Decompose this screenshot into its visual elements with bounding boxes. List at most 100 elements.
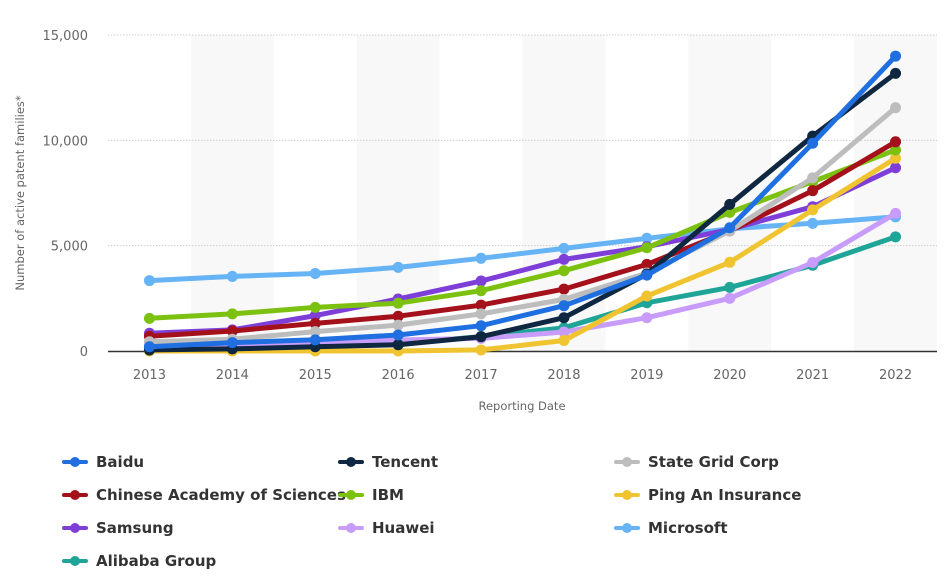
data-point (143, 341, 155, 353)
data-point (890, 207, 902, 219)
legend-item-chinese-academy-of-sciences[interactable]: Chinese Academy of Sciences (62, 481, 346, 509)
data-point (724, 256, 736, 268)
legend-label: Baidu (96, 453, 145, 471)
legend-label: State Grid Corp (648, 453, 779, 471)
x-tick-label: 2014 (216, 368, 249, 383)
legend-label: IBM (372, 486, 404, 504)
background-band (190, 35, 274, 351)
data-point (226, 270, 238, 282)
data-point (475, 331, 487, 343)
x-tick-label: 2017 (465, 368, 498, 383)
legend-label: Huawei (372, 519, 435, 537)
line-marker-icon (62, 523, 88, 533)
legend-label: Chinese Academy of Sciences (96, 486, 346, 504)
data-point (641, 290, 653, 302)
data-point (475, 275, 487, 287)
data-point (890, 136, 902, 148)
line-marker-icon (62, 490, 88, 500)
data-point (309, 267, 321, 279)
data-point (309, 301, 321, 313)
x-tick-label: 2016 (382, 368, 415, 383)
data-point (724, 281, 736, 293)
data-point (226, 337, 238, 349)
legend-item-baidu[interactable]: Baidu (62, 448, 144, 476)
data-point (641, 242, 653, 254)
data-point (392, 297, 404, 309)
data-point (475, 344, 487, 356)
data-point (558, 242, 570, 254)
data-point (558, 283, 570, 295)
legend-label: Ping An Insurance (648, 486, 802, 504)
y-tick-label: 5,000 (51, 240, 88, 255)
data-point (558, 334, 570, 346)
data-point (724, 222, 736, 234)
legend-label: Tencent (372, 453, 439, 471)
data-point (392, 319, 404, 331)
data-point (807, 217, 819, 229)
legend-item-alibaba-group[interactable]: Alibaba Group (62, 547, 216, 575)
y-tick-label: 10,000 (43, 134, 89, 149)
line-chart: 05,00010,00015,000 2013 2014 2015 2016 2017 2… (13, 29, 937, 413)
line-marker-icon (338, 457, 364, 467)
line-marker-icon (62, 556, 88, 566)
line-marker-icon (62, 457, 88, 467)
legend-item-ibm[interactable]: IBM (338, 481, 404, 509)
data-point (890, 231, 902, 243)
x-tick-label: 2020 (713, 368, 746, 383)
background-band (854, 35, 937, 351)
data-point (890, 67, 902, 79)
data-point (807, 204, 819, 216)
data-point (475, 320, 487, 332)
data-point (558, 265, 570, 277)
data-point (558, 300, 570, 312)
data-point (641, 312, 653, 324)
data-point (475, 308, 487, 320)
data-point (392, 329, 404, 341)
x-axis-ticks: 2013 2014 2015 2016 2017 2018 2019 2020 2021 2022 (133, 368, 912, 383)
line-marker-icon (338, 490, 364, 500)
x-tick-label: 2019 (630, 368, 663, 383)
legend-item-samsung[interactable]: Samsung (62, 514, 174, 542)
data-point (143, 275, 155, 287)
x-tick-label: 2021 (796, 368, 829, 383)
data-point (890, 50, 902, 62)
legend-label: Samsung (96, 519, 174, 537)
data-point (641, 269, 653, 281)
data-point (558, 312, 570, 324)
data-point (558, 253, 570, 265)
y-tick-label: 15,000 (43, 29, 89, 44)
data-point (309, 334, 321, 346)
x-tick-label: 2022 (879, 368, 912, 383)
data-point (475, 285, 487, 297)
line-marker-icon (614, 490, 640, 500)
y-axis-ticks: 0 5,000 10,000 15,000 (43, 29, 89, 360)
data-point (890, 102, 902, 114)
line-marker-icon (614, 523, 640, 533)
legend-label: Microsoft (648, 519, 728, 537)
x-tick-label: 2018 (547, 368, 580, 383)
line-marker-icon (338, 523, 364, 533)
legend-item-microsoft[interactable]: Microsoft (614, 514, 728, 542)
data-point (890, 162, 902, 174)
legend-item-huawei[interactable]: Huawei (338, 514, 435, 542)
legend-item-state-grid-corp[interactable]: State Grid Corp (614, 448, 779, 476)
y-axis-title: Number of active patent families* (13, 95, 27, 291)
data-point (807, 257, 819, 269)
data-point (724, 292, 736, 304)
data-point (143, 312, 155, 324)
x-axis-title: Reporting Date (478, 399, 565, 413)
legend-label: Alibaba Group (96, 552, 217, 570)
data-point (392, 339, 404, 351)
data-point (392, 261, 404, 273)
data-point (807, 185, 819, 197)
data-point (807, 137, 819, 149)
x-tick-label: 2013 (133, 368, 166, 383)
data-point (475, 252, 487, 264)
x-tick-label: 2015 (299, 368, 332, 383)
legend-item-ping-an-insurance[interactable]: Ping An Insurance (614, 481, 801, 509)
data-point (807, 172, 819, 184)
data-point (724, 198, 736, 210)
legend-item-tencent[interactable]: Tencent (338, 448, 438, 476)
data-point (226, 308, 238, 320)
line-marker-icon (614, 457, 640, 467)
